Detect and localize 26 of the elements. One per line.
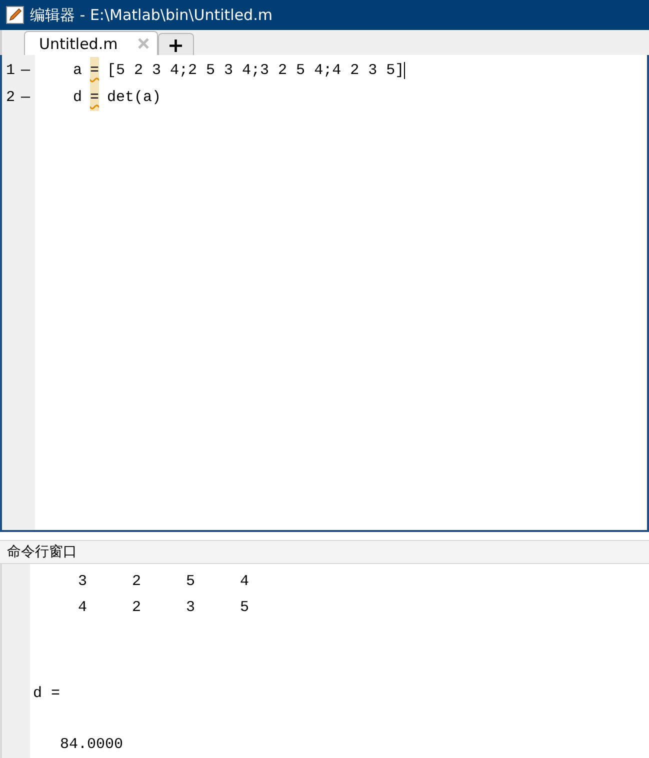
line-number: 1 [6,62,16,79]
new-tab-button[interactable]: + [158,33,194,55]
matrix-value: 5 [240,598,250,616]
code-variable: d [73,89,82,106]
output-label: d = [32,685,62,702]
panel-title: 命令行窗口 [7,543,77,561]
code-operator: = [90,84,100,111]
file-tab[interactable]: Untitled.m [24,31,158,55]
matrix-value: 3 [78,572,88,590]
code-variable: a [73,62,82,79]
matrix-value: 3 [186,598,196,616]
breakpoint-marker[interactable]: — [21,62,30,79]
matrix-value: 2 [132,572,142,590]
pencil-icon [6,6,24,24]
line-number: 2 [6,89,16,106]
output-value: 84.0000 [59,736,124,753]
matrix-value: 5 [186,572,196,590]
code-expression: [5 2 3 4;2 5 3 4;3 2 5 4;4 2 3 5] [107,62,406,79]
window-title: 编辑器 - E:\Matlab\bin\Untitled.m [30,6,272,24]
matrix-value: 4 [240,572,250,590]
close-icon[interactable] [138,38,149,49]
breakpoint-marker[interactable]: — [21,89,30,106]
matrix-value: 2 [132,598,142,616]
code-operator: = [90,57,100,84]
matrix-value: 4 [78,598,88,616]
code-expression: det(a) [107,89,162,106]
